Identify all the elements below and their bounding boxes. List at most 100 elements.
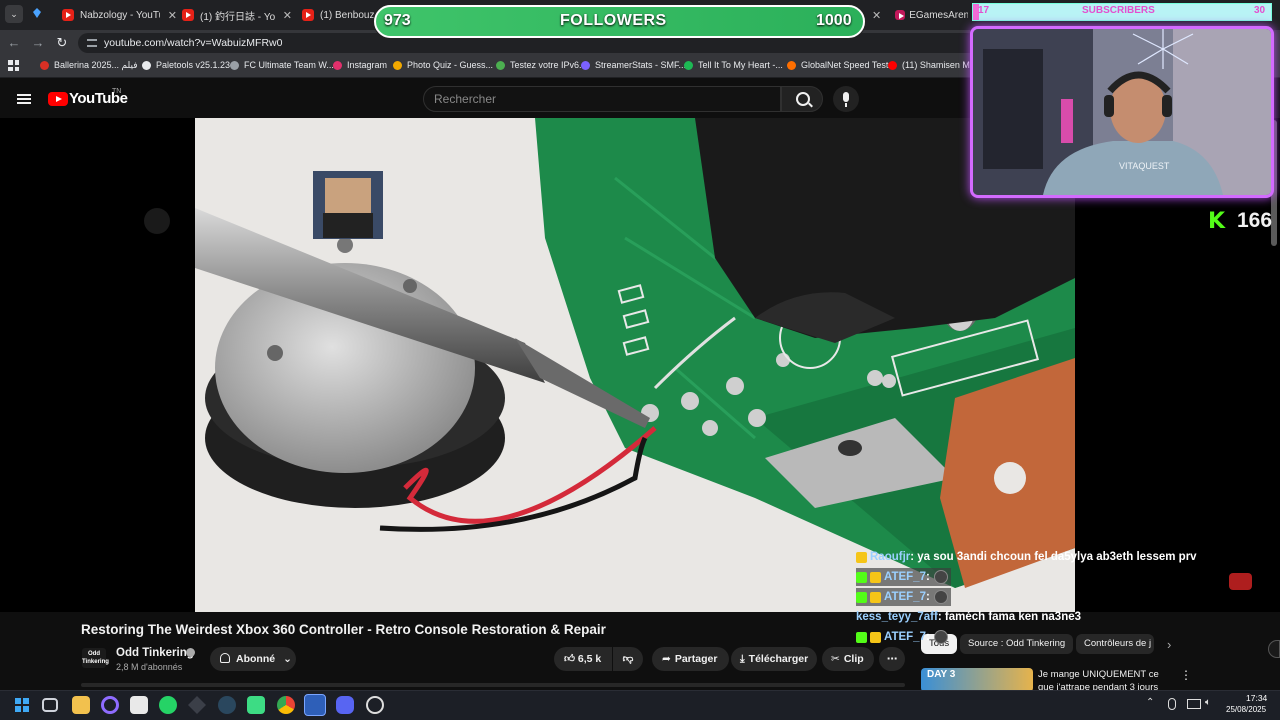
file-explorer-icon[interactable] [72,696,90,714]
bookmark-photo-quiz[interactable]: Photo Quiz - Guess... [393,60,493,70]
chip-controllers[interactable]: Contrôleurs de j [1076,634,1154,654]
egamesarena-favicon-icon [895,10,906,20]
subscribers-target: 30 [1254,5,1266,16]
video-title: Restoring The Weirdest Xbox 360 Controll… [81,622,606,637]
tab-egamesarena[interactable]: ✕ EGamesArena [872,4,968,26]
thumbs-down-icon: 👎︎ [622,653,634,665]
close-tab-icon[interactable]: ✕ [283,9,292,22]
tab-benbouzid[interactable]: (1) Benbouzid tv [302,4,374,26]
tab-fishing[interactable]: (1) 釣行日誌 - YouTube ✕ [182,4,292,26]
chat-emote-icon [933,630,948,644]
video-player[interactable] [195,118,1075,612]
menu-icon[interactable] [17,94,31,104]
whatsapp-icon[interactable] [159,696,177,714]
tab-nabzology[interactable]: Nabzology - YouTube ✕ [62,4,177,26]
youtube-favicon-icon [302,9,314,21]
android-app-icon[interactable] [247,696,265,714]
more-icon: ⋯ [886,653,898,665]
snipping-tool-icon[interactable] [130,696,148,714]
pinned-tab-icon [33,8,41,18]
like-count: 6,5 k [577,653,602,665]
chip-label: Source : Odd Tinkering [968,638,1066,649]
chat-text: : faméch fama ken na3ne3 [937,611,1082,623]
bookmark-fc-ultimate[interactable]: FC Ultimate Team W... [230,60,334,70]
close-tab-icon[interactable]: ✕ [872,9,881,22]
reload-icon[interactable]: ↻ [54,35,70,51]
active-app-icon[interactable] [304,694,326,716]
kick-logo-icon: K [1208,209,1226,234]
chevron-up-icon[interactable]: ⌃ [1146,697,1154,708]
share-button[interactable]: ➦ Partager [652,647,729,671]
bookmark-label: GlobalNet Speed Test [801,60,889,70]
steam-icon[interactable] [218,696,236,714]
chevron-right-icon[interactable]: › [1167,637,1171,652]
close-tab-icon[interactable]: ✕ [168,9,177,22]
display-tray-icon[interactable] [1187,699,1201,709]
discord-icon[interactable] [336,696,354,714]
back-arrow-icon[interactable]: ← [6,35,22,50]
youtube-favicon-icon [182,9,194,21]
youtube-favicon-icon [888,60,897,70]
speaker-icon[interactable]: 🔈︎ [1205,697,1211,708]
webcam-feed: VITAQUEST [973,29,1271,195]
voice-search-button[interactable] [833,86,859,112]
clock-date[interactable]: 25/08/2025 [1226,705,1266,714]
bookmark-favicon-icon [393,60,402,70]
chrome-icon[interactable] [277,696,295,714]
bell-icon [220,653,230,663]
obs-icon[interactable] [366,696,384,714]
chat-badge-icon [856,551,867,563]
followers-target: 1000 [816,12,852,29]
bookmark-favicon-icon [581,60,590,70]
download-icon: ⤓ [740,653,745,665]
chip-source[interactable]: Source : Odd Tinkering [960,634,1074,654]
chat-text: : [925,571,930,583]
clip-button[interactable]: ✂ Clip [822,647,874,671]
chip-label: Contrôleurs de j [1084,638,1152,649]
subscribe-button[interactable]: Abonné ⌄ [210,647,296,671]
bookmark-spotify[interactable]: Tell It To My Heart -... [684,60,783,70]
recommendation-title[interactable]: Je mange UNIQUEMENT ce que j'attrape pen… [1038,668,1174,690]
chat-text: : ya sou 3andi chcoun fel da5ylya ab3eth… [910,551,1197,563]
bookmark-ipv6[interactable]: Testez votre IPv6. [496,60,582,70]
bookmark-favicon-icon [787,60,796,70]
thumbnail-text: DAY 3 [927,669,956,680]
bookmark-shamisen[interactable]: (11) Shamisen ME [888,60,976,70]
dislike-button[interactable]: 👎︎ [613,647,643,671]
clip-label: Clip [843,653,864,665]
chat-message: ATEF_7 : [856,627,948,647]
channel-name[interactable]: Odd Tinkering [116,647,194,659]
kebab-menu-icon[interactable]: ⋮ [1180,668,1192,682]
bookmark-instagram[interactable]: Instagram [333,60,387,70]
pinned-tab[interactable] [33,8,43,20]
youtube-logo-icon[interactable] [48,92,68,106]
app-circle-icon[interactable] [101,696,119,714]
bookmark-streamerstats[interactable]: StreamerStats - SMF... [581,60,686,70]
like-button[interactable]: 👍︎ 6,5 k [554,647,612,671]
forward-arrow-icon[interactable]: → [30,35,46,50]
channel-avatar[interactable]: Odd Tinkering [82,648,109,668]
chat-badge-icon [870,571,881,583]
bookmark-ballerina[interactable]: Ballerina 2025... فيلم [40,60,138,71]
chat-emote-icon [933,590,948,604]
download-button[interactable]: ⤓ Télécharger [731,647,817,671]
microphone-tray-icon[interactable] [1168,698,1176,710]
subscribers-current: 17 [978,5,990,16]
tab-search-button[interactable]: ⌄ [5,5,23,23]
clock-time[interactable]: 17:34 [1246,693,1267,703]
subscriber-count: 2,8 M d'abonnés [116,662,183,672]
followers-label: FOLLOWERS [560,12,667,29]
verified-check-icon [186,648,195,657]
search-button[interactable] [781,86,823,112]
tab-label: (1) Benbouzid tv [320,9,374,21]
site-info-icon[interactable] [87,39,97,47]
more-actions-button[interactable]: ⋯ [879,647,905,671]
windows-start-icon[interactable] [13,696,31,714]
task-view-icon[interactable] [42,698,58,712]
apps-grid-icon[interactable] [8,60,19,71]
bookmark-paletools[interactable]: Paletools v25.1.23 [142,60,230,70]
side-handle[interactable] [1268,640,1280,658]
chat-text: : [925,591,930,603]
search-input[interactable]: Rechercher [423,86,781,112]
bookmark-speedtest[interactable]: GlobalNet Speed Test [787,60,888,70]
